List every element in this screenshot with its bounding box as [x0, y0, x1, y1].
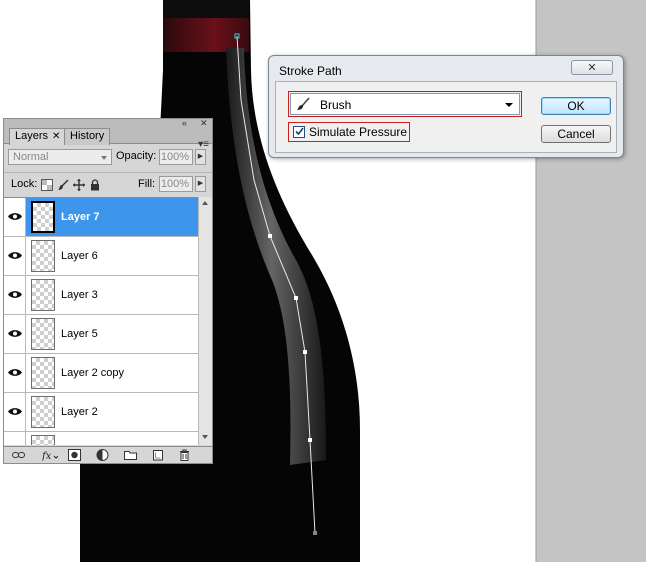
- layer-thumbnail[interactable]: [31, 279, 55, 311]
- ok-button[interactable]: OK: [541, 97, 611, 115]
- layer-row[interactable]: Layer 7: [4, 198, 198, 237]
- tab-history[interactable]: History: [64, 128, 111, 145]
- opacity-input[interactable]: 100%: [159, 149, 193, 165]
- brush-icon: [297, 97, 310, 110]
- scroll-up-icon[interactable]: [202, 201, 208, 205]
- stroke-tool-select[interactable]: Brush: [288, 91, 522, 117]
- layer-row[interactable]: [4, 432, 198, 445]
- mask-icon[interactable]: [68, 449, 81, 461]
- layer-thumbnail[interactable]: [31, 435, 55, 445]
- opacity-slider-button[interactable]: ▶: [195, 149, 206, 165]
- layer-name[interactable]: Layer 5: [61, 328, 98, 340]
- bottle-foil: [163, 18, 249, 52]
- path-anchor: [294, 296, 298, 300]
- layer-row[interactable]: Layer 2: [4, 393, 198, 432]
- stroke-tool-value: Brush: [320, 98, 352, 112]
- layer-thumbnail[interactable]: [31, 357, 55, 389]
- eye-icon: [8, 213, 22, 220]
- layer-list: Layer 7 Layer 6 Layer 3 Layer 5 Layer 2 …: [4, 197, 198, 445]
- lock-fill-row: Lock: Fill: 100% ▶: [4, 172, 212, 194]
- fill-slider-button[interactable]: ▶: [195, 176, 206, 192]
- fx-icon[interactable]: fx: [42, 449, 58, 461]
- lock-all-icon[interactable]: [89, 179, 101, 191]
- panel-title-bar[interactable]: « ✕: [4, 119, 212, 128]
- eye-icon: [8, 330, 22, 337]
- simulate-pressure-option[interactable]: Simulate Pressure: [288, 122, 410, 142]
- path-anchor: [313, 531, 317, 535]
- close-icon: ✕: [587, 62, 597, 74]
- tab-layers[interactable]: Layers ✕: [9, 128, 67, 145]
- path-anchor: [268, 234, 272, 238]
- scroll-down-icon[interactable]: [202, 435, 208, 439]
- layers-footer: fx: [4, 446, 212, 463]
- opacity-label: Opacity:: [116, 150, 157, 162]
- layer-thumbnail[interactable]: [31, 240, 55, 272]
- dialog-body: Brush Simulate Pressure OK Cancel: [275, 81, 617, 153]
- link-icon[interactable]: [12, 449, 25, 461]
- eye-icon: [8, 408, 22, 415]
- layer-name[interactable]: Layer 3: [61, 289, 98, 301]
- chevron-down-icon: [505, 103, 513, 107]
- tab-close-icon[interactable]: ✕: [52, 131, 60, 142]
- layer-name[interactable]: Layer 2: [61, 406, 98, 418]
- adjustment-icon[interactable]: [96, 449, 109, 461]
- lock-label: Lock:: [11, 178, 38, 190]
- panel-tabs: Layers ✕ History ▾≡: [4, 127, 212, 150]
- eye-icon: [8, 252, 22, 259]
- group-folder-icon[interactable]: [124, 449, 137, 461]
- layer-thumbnail[interactable]: [31, 201, 55, 233]
- tab-history-label: History: [70, 130, 105, 142]
- blend-mode-select[interactable]: Normal: [8, 149, 112, 165]
- layer-row[interactable]: Layer 5: [4, 315, 198, 354]
- layer-row[interactable]: Layer 3: [4, 276, 198, 315]
- visibility-toggle[interactable]: [4, 432, 26, 445]
- layers-panel: « ✕ Layers ✕ History ▾≡ Normal Opacity: 1…: [3, 118, 213, 464]
- panel-close-icon[interactable]: ✕: [200, 119, 208, 128]
- svg-text:fx: fx: [42, 451, 52, 461]
- checkmark-icon: [295, 127, 304, 136]
- trash-icon[interactable]: [178, 449, 191, 461]
- stroke-path-dialog: Stroke Path ✕ Brush Simulate Pressure OK…: [268, 55, 624, 158]
- fill-input[interactable]: 100%: [159, 176, 193, 192]
- visibility-toggle[interactable]: [4, 237, 26, 275]
- layer-thumbnail[interactable]: [31, 396, 55, 428]
- dialog-close-button[interactable]: ✕: [571, 60, 613, 75]
- lock-position-icon[interactable]: [73, 179, 85, 191]
- dialog-title: Stroke Path: [279, 64, 342, 78]
- layer-name[interactable]: Layer 7: [61, 211, 100, 223]
- cancel-button[interactable]: Cancel: [541, 125, 611, 143]
- eye-icon: [8, 291, 22, 298]
- chevron-down-icon: [101, 156, 107, 160]
- visibility-toggle[interactable]: [4, 198, 26, 236]
- path-anchor: [308, 438, 312, 442]
- layer-row[interactable]: Layer 2 copy: [4, 354, 198, 393]
- lock-pixels-icon[interactable]: [57, 179, 69, 191]
- layer-name[interactable]: Layer 6: [61, 250, 98, 262]
- tab-layers-label: Layers: [15, 130, 49, 142]
- visibility-toggle[interactable]: [4, 393, 26, 431]
- blend-mode-value: Normal: [13, 151, 49, 163]
- visibility-toggle[interactable]: [4, 354, 26, 392]
- blend-opacity-row: Normal Opacity: 100% ▶: [4, 146, 212, 168]
- simulate-pressure-label: Simulate Pressure: [309, 125, 408, 139]
- layer-thumbnail[interactable]: [31, 318, 55, 350]
- layer-list-scrollbar[interactable]: [198, 197, 212, 445]
- collapse-icon[interactable]: «: [182, 119, 187, 128]
- layer-name[interactable]: Layer 2 copy: [61, 367, 124, 379]
- lock-transparent-icon[interactable]: [41, 179, 53, 191]
- fill-label: Fill:: [138, 178, 156, 190]
- layer-row[interactable]: Layer 6: [4, 237, 198, 276]
- new-layer-icon[interactable]: [151, 449, 164, 461]
- eye-icon: [8, 369, 22, 376]
- visibility-toggle[interactable]: [4, 276, 26, 314]
- visibility-toggle[interactable]: [4, 315, 26, 353]
- simulate-pressure-checkbox[interactable]: [293, 126, 305, 138]
- path-anchor: [303, 350, 307, 354]
